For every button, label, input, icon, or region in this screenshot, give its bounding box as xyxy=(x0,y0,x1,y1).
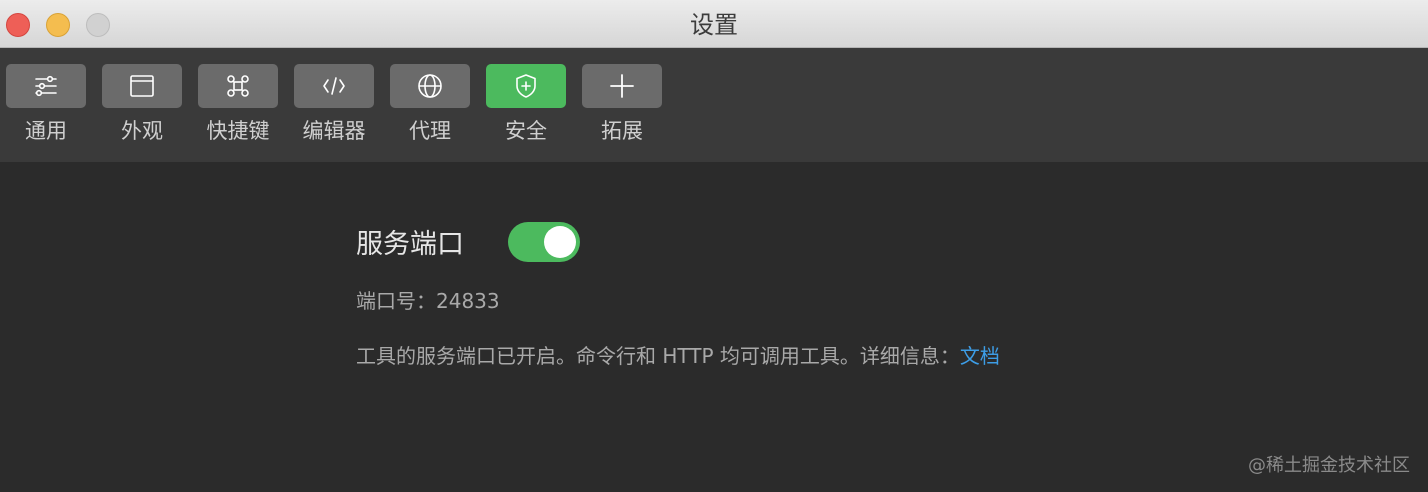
tab-shortcuts-label: 快捷键 xyxy=(206,119,270,143)
tab-editor-button[interactable] xyxy=(294,64,374,108)
tab-general-button[interactable] xyxy=(6,64,86,108)
tab-editor-label: 编辑器 xyxy=(302,119,366,143)
port-number-value: 24833 xyxy=(436,289,500,313)
tab-shortcuts[interactable]: 快捷键 xyxy=(198,64,278,144)
tab-appearance-label: 外观 xyxy=(121,119,163,143)
plus-icon xyxy=(610,74,634,98)
service-port-label: 服务端口 xyxy=(356,229,464,260)
title-bar: 设置 xyxy=(0,0,1428,48)
tab-security-label: 安全 xyxy=(505,119,547,143)
sliders-icon xyxy=(35,75,57,97)
docs-link[interactable]: 文档 xyxy=(960,344,1000,368)
tab-shortcuts-button[interactable] xyxy=(198,64,278,108)
service-description-text: 工具的服务端口已开启。命令行和 HTTP 均可调用工具。详细信息： xyxy=(356,344,960,368)
toggle-knob xyxy=(544,226,576,258)
tab-security[interactable]: 安全 xyxy=(486,64,566,144)
tab-appearance-button[interactable] xyxy=(102,64,182,108)
window-title: 设置 xyxy=(690,11,738,39)
code-icon xyxy=(323,77,345,95)
port-number-label: 端口号： xyxy=(356,289,436,313)
watermark: @稀土掘金技术社区 xyxy=(1248,455,1410,476)
shield-plus-icon xyxy=(516,74,536,98)
service-description: 工具的服务端口已开启。命令行和 HTTP 均可调用工具。详细信息：文档 xyxy=(356,343,1000,369)
settings-toolbar: 通用 外观 快捷键 编辑器 代理 安全 拓展 xyxy=(0,48,1428,162)
tab-appearance[interactable]: 外观 xyxy=(102,64,182,144)
tab-extensions-label: 拓展 xyxy=(601,119,643,143)
tab-general[interactable]: 通用 xyxy=(6,64,86,144)
tab-proxy-label: 代理 xyxy=(409,119,451,143)
service-port-toggle[interactable] xyxy=(508,222,580,262)
tab-proxy[interactable]: 代理 xyxy=(390,64,470,144)
command-key-icon xyxy=(227,75,249,97)
tab-editor[interactable]: 编辑器 xyxy=(294,64,374,144)
tab-proxy-button[interactable] xyxy=(390,64,470,108)
tab-extensions[interactable]: 拓展 xyxy=(582,64,662,144)
settings-window: 设置 通用 外观 快捷键 编辑器 代理 安全 拓展 服务端口 端口号：24833… xyxy=(0,0,1428,492)
security-panel: 服务端口 端口号：24833 工具的服务端口已开启。命令行和 HTTP 均可调用… xyxy=(0,162,1428,492)
port-number-line: 端口号：24833 xyxy=(356,288,500,314)
tab-extensions-button[interactable] xyxy=(582,64,662,108)
window-icon xyxy=(130,75,154,97)
tab-general-label: 通用 xyxy=(25,119,67,143)
globe-icon xyxy=(418,74,442,98)
tab-security-button[interactable] xyxy=(486,64,566,108)
